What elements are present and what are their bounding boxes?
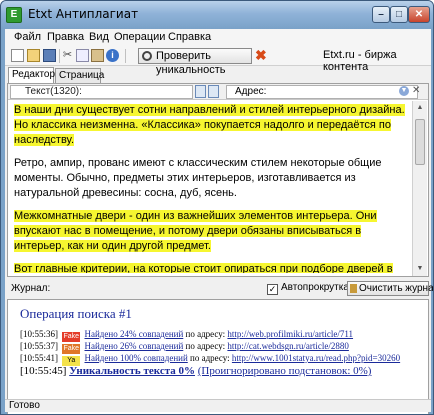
clear-journal-button[interactable]: Очистить журнал	[347, 281, 433, 296]
paragraph: Ретро, ампир, прованс имеют с классическ…	[14, 156, 408, 201]
save-icon[interactable]	[43, 49, 56, 62]
broom-icon	[350, 284, 357, 293]
log-by: по адресу:	[190, 353, 230, 363]
scroll-down-icon[interactable]: ▼	[414, 263, 426, 275]
title-bar[interactable]: E Etxt Антиплагиат – □ ✕	[1, 1, 433, 29]
summary-row: [10:55:45] Уникальность текста 0% (Проиг…	[20, 365, 371, 377]
status-text: Готово	[9, 400, 40, 411]
close-button[interactable]: ✕	[408, 6, 430, 23]
editor-scrollbar[interactable]: ▲ ▼	[412, 101, 427, 276]
check-uniqueness-button[interactable]: Проверить уникальность	[138, 48, 252, 76]
paste-icon[interactable]	[91, 49, 104, 62]
app-window: E Etxt Антиплагиат – □ ✕ Файл Правка Вид…	[0, 0, 434, 415]
menu-view[interactable]: Вид	[89, 31, 109, 43]
paragraph: Межкомнатные двери - один из важнейших э…	[14, 209, 408, 254]
tab-editor[interactable]: Редактор	[8, 67, 55, 83]
log-time: [10:55:36]	[20, 329, 58, 339]
journal-label: Журнал:	[11, 283, 51, 294]
menu-bar: Файл Правка Вид Операции Справка	[5, 29, 431, 46]
journal-pane: Операция поиска #1 [10:55:36] Fake Найде…	[7, 299, 429, 414]
ignored-substitutions[interactable]: (Проигнорировано подстановок: 0%)	[198, 365, 372, 377]
autoscroll-checkbox[interactable]: ✓ Автопрокрутка	[267, 282, 349, 295]
checkbox-checked-icon[interactable]: ✓	[267, 284, 278, 295]
stop-icon[interactable]: ✖	[255, 48, 267, 63]
log-url[interactable]: http://www.1001statya.ru/read.php?pid=30…	[232, 353, 400, 363]
menu-operations[interactable]: Операции	[114, 31, 165, 43]
editor-pane: Текст(1320): Адрес: ▼ ✕ В наши дни сущес…	[7, 83, 429, 277]
text-count: Текст(1320):	[10, 85, 193, 99]
operation-title: Операция поиска #1	[20, 306, 132, 321]
info-icon[interactable]: i	[106, 49, 119, 62]
tab-strip: Редактор Страница	[5, 67, 431, 83]
editor-text[interactable]: В наши дни существует сотни направлений …	[14, 103, 408, 273]
log-url[interactable]: http://web.profilmiki.ru/article/711	[227, 329, 353, 339]
journal-bar: Журнал: ✓ Автопрокрутка Очистить журнал	[5, 280, 433, 298]
found-link[interactable]: Найдено 26% совпадений	[85, 341, 184, 351]
toolbar: ✂ i Проверить уникальность ✖ Etxt.ru - б…	[5, 46, 431, 76]
paragraph: Вот главные критерии, на которые стоит о…	[14, 262, 408, 273]
menu-edit[interactable]: Правка	[47, 31, 84, 43]
toolbar-separator	[125, 49, 126, 63]
found-link[interactable]: Найдено 100% совпадений	[85, 353, 188, 363]
layout-single-icon[interactable]	[195, 85, 206, 98]
log-time: [10:55:41]	[20, 353, 58, 363]
paragraph-text: Межкомнатные двери - один из важнейших э…	[14, 210, 377, 252]
chevron-down-icon[interactable]: ▼	[399, 86, 409, 96]
minimize-button[interactable]: –	[372, 6, 390, 23]
address-label: Адрес:	[235, 86, 267, 97]
maximize-button[interactable]: □	[390, 6, 408, 23]
log-entry: [10:55:41] Ya Найдено 100% совпадений по…	[20, 352, 400, 366]
log-url[interactable]: http://cat.webdsgn.ru/article/2880	[227, 341, 348, 351]
paragraph-text: Вот главные критерии, на которые стоит о…	[14, 263, 393, 273]
paragraph: В наши дни существует сотни направлений …	[14, 103, 408, 148]
log-by: по адресу:	[185, 341, 226, 351]
scroll-up-icon[interactable]: ▲	[414, 102, 426, 114]
status-bar: Готово	[5, 399, 431, 412]
paragraph-text: В наши дни существует сотни направлений …	[14, 104, 405, 146]
uniqueness-result[interactable]: Уникальность текста 0%	[69, 365, 195, 377]
scrollbar-thumb[interactable]	[415, 119, 425, 165]
clear-journal-label: Очистить журнал	[359, 283, 434, 294]
editor-header: Текст(1320): Адрес: ▼ ✕	[8, 84, 428, 100]
tab-page[interactable]: Страница	[55, 68, 104, 83]
app-icon: E	[6, 7, 22, 23]
open-folder-icon[interactable]	[27, 49, 40, 62]
toolbar-separator	[59, 49, 60, 63]
new-document-icon[interactable]	[11, 49, 24, 62]
close-icon[interactable]: ✕	[412, 85, 420, 96]
menu-file[interactable]: Файл	[14, 31, 41, 43]
log-time: [10:55:37]	[20, 341, 58, 351]
summary-time: [10:55:45]	[20, 365, 67, 377]
window-title: Etxt Антиплагиат	[28, 7, 139, 21]
copy-icon[interactable]	[76, 49, 89, 62]
menu-help[interactable]: Справка	[168, 31, 211, 43]
autoscroll-label: Автопрокрутка	[281, 282, 349, 293]
magnifier-icon	[142, 51, 152, 61]
log-by: по адресу:	[185, 329, 226, 339]
layout-split-icon[interactable]	[208, 85, 219, 98]
found-link[interactable]: Найдено 24% совпадений	[85, 329, 184, 339]
cut-icon[interactable]: ✂	[61, 49, 74, 62]
address-field[interactable]: Адрес:	[226, 85, 418, 99]
client-area: Файл Правка Вид Операции Справка ✂ i Про…	[5, 29, 433, 414]
paragraph-text: Ретро, ампир, прованс имеют с классическ…	[14, 157, 382, 199]
